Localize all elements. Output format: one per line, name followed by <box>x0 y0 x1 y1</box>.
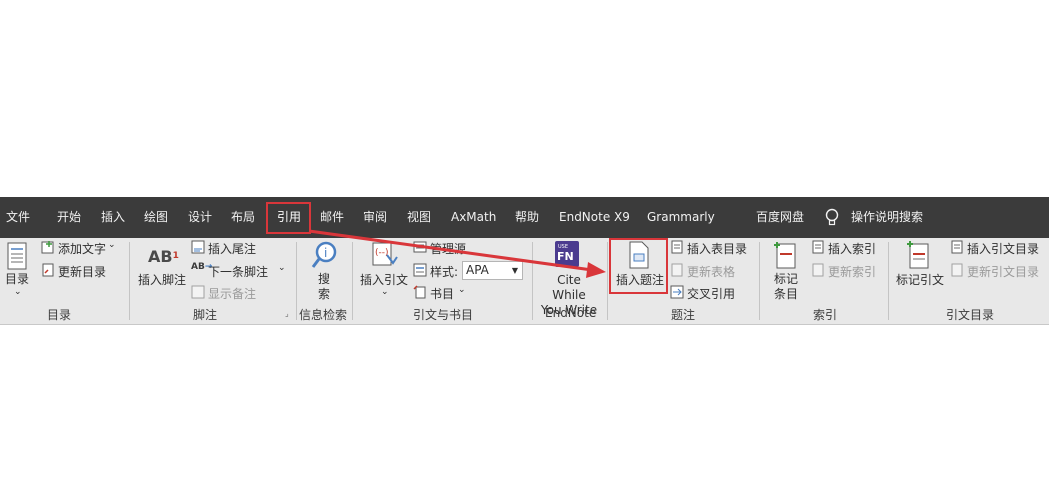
manage-sources-icon <box>413 241 427 253</box>
insert-index-icon <box>812 240 824 254</box>
update-index-button[interactable]: 更新索引 <box>828 263 876 280</box>
lightbulb-icon <box>825 208 839 226</box>
search-button[interactable]: 搜索 <box>317 272 331 302</box>
update-index-icon <box>812 263 824 277</box>
cross-reference-icon <box>670 285 684 299</box>
toc-button[interactable]: 目录 <box>5 272 29 287</box>
group-label-footnotes: 脚注 <box>193 308 218 322</box>
group-label-research: 信息检索 <box>299 308 348 322</box>
style-icon <box>413 263 427 277</box>
group-label-endnote: EndNote <box>545 306 597 320</box>
style-dropdown[interactable]: APA ▼ <box>462 261 523 280</box>
show-notes-button[interactable]: 显示备注 <box>208 285 256 302</box>
tab-insert[interactable]: 插入 <box>101 197 125 238</box>
insert-caption-highlight <box>609 238 668 294</box>
update-toc-icon <box>42 263 54 277</box>
group-label-citations: 引文与书目 <box>413 308 474 322</box>
insert-citation-icon: (--) <box>372 242 398 266</box>
insert-table-of-figures-button[interactable]: 插入表目录 <box>687 240 747 257</box>
tab-grammarly[interactable]: Grammarly <box>647 197 715 238</box>
svg-text:FN: FN <box>557 250 574 263</box>
mark-entry-icon <box>774 242 796 269</box>
update-table-button[interactable]: 更新表格 <box>687 263 735 280</box>
group-divider <box>607 242 608 320</box>
insert-toa-button[interactable]: 插入引文目录 <box>967 240 1039 257</box>
insert-endnote-button[interactable]: 插入尾注 <box>208 240 256 257</box>
references-tab-highlight <box>266 202 311 234</box>
insert-citation-button[interactable]: 插入引文 <box>360 273 408 288</box>
svg-text:i: i <box>324 246 327 260</box>
bibliography-icon <box>413 285 426 299</box>
group-divider <box>352 242 353 320</box>
update-table-icon <box>671 263 683 277</box>
tab-mailings[interactable]: 邮件 <box>320 197 344 238</box>
tab-home[interactable]: 开始 <box>57 197 81 238</box>
insert-table-of-figures-icon <box>671 240 683 254</box>
dialog-launcher-icon[interactable]: ⌟ <box>285 309 289 318</box>
group-divider <box>296 242 297 320</box>
insert-toa-icon <box>951 240 963 254</box>
add-text-button[interactable]: 添加文字 <box>58 240 106 257</box>
group-label-toa: 引文目录 <box>946 308 995 322</box>
dropdown-arrow-icon: ▼ <box>511 266 518 275</box>
group-label-index: 索引 <box>813 308 838 322</box>
add-text-icon <box>41 241 54 254</box>
tab-layout[interactable]: 布局 <box>231 197 255 238</box>
tab-axmath[interactable]: AxMath <box>451 197 496 238</box>
update-toa-icon <box>951 263 963 277</box>
group-label-captions: 题注 <box>671 308 696 322</box>
group-divider <box>129 242 130 320</box>
show-notes-icon <box>191 285 205 299</box>
tab-draw[interactable]: 绘图 <box>144 197 168 238</box>
insert-endnote-icon <box>191 240 205 254</box>
chevron-down-icon[interactable]: ⌄ <box>458 285 466 295</box>
mark-entry-button[interactable]: 标记条目 <box>772 272 800 302</box>
update-toc-button[interactable]: 更新目录 <box>58 263 106 280</box>
bibliography-button[interactable]: 书目 <box>430 285 454 302</box>
cross-reference-button[interactable]: 交叉引用 <box>687 285 735 302</box>
tell-me-search[interactable]: 操作说明搜索 <box>851 197 923 238</box>
footnote-ab-icon: AB1 <box>148 247 179 266</box>
insert-footnote-button[interactable]: 插入脚注 <box>138 273 186 288</box>
update-toa-button[interactable]: 更新引文目录 <box>967 263 1039 280</box>
search-icon: i <box>311 241 337 268</box>
chevron-down-icon[interactable]: ⌄ <box>381 287 389 297</box>
mark-citation-button[interactable]: 标记引文 <box>896 273 944 288</box>
tab-baidu-netdisk[interactable]: 百度网盘 <box>756 197 804 238</box>
next-footnote-button[interactable]: 下一条脚注 <box>208 263 268 280</box>
mark-citation-icon <box>907 241 929 269</box>
tab-design[interactable]: 设计 <box>188 197 212 238</box>
style-dropdown-value: APA <box>466 263 489 277</box>
svg-text:(--): (--) <box>375 248 389 258</box>
group-label-toc: 目录 <box>47 308 72 322</box>
tab-review[interactable]: 审阅 <box>363 197 387 238</box>
tab-file[interactable]: 文件 <box>6 197 30 238</box>
chevron-down-icon[interactable]: ⌄ <box>278 263 286 273</box>
table-of-contents-icon <box>7 242 27 270</box>
group-divider <box>759 242 760 320</box>
chevron-down-icon[interactable]: ⌄ <box>108 240 116 250</box>
group-divider <box>888 242 889 320</box>
ribbon-tab-bar: 文件 开始 插入 绘图 设计 布局 引用 邮件 审阅 视图 AxMath 帮助 … <box>0 197 1049 238</box>
manage-sources-button[interactable]: 管理源 <box>430 240 466 257</box>
group-divider <box>532 242 533 320</box>
insert-index-button[interactable]: 插入索引 <box>828 240 876 257</box>
endnote-icon: USE FN <box>555 241 579 267</box>
tab-endnote[interactable]: EndNote X9 <box>559 197 630 238</box>
tab-help[interactable]: 帮助 <box>515 197 539 238</box>
chevron-down-icon[interactable]: ⌄ <box>14 287 22 297</box>
tab-view[interactable]: 视图 <box>407 197 431 238</box>
style-label: 样式: <box>430 265 459 279</box>
